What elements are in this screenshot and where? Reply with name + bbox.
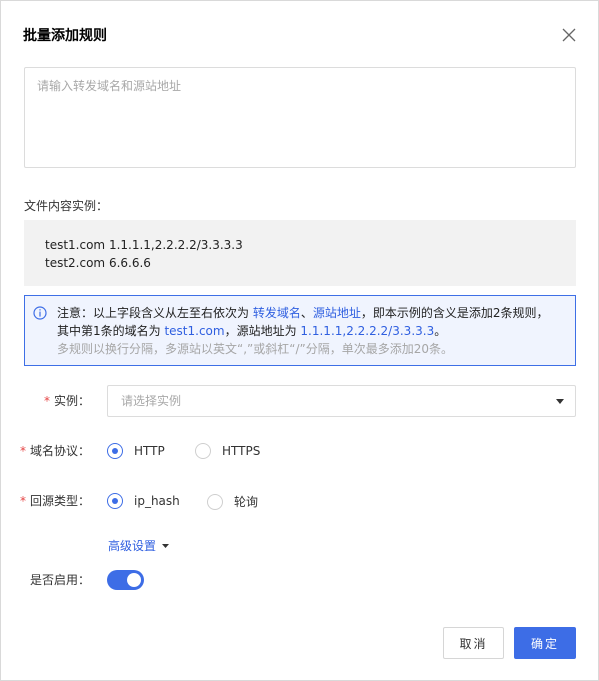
notice-line-1: 注意：以上字段含义从左至右依次为 转发域名、源站地址，即本示例的含义是添加2条规… — [57, 306, 549, 320]
confirm-button[interactable]: 确定 — [514, 627, 576, 659]
required-mark: * — [19, 444, 26, 458]
notice-link-example-domain: test1.com — [164, 324, 225, 338]
origin-radio-ip-hash[interactable]: ip_hash — [107, 493, 180, 509]
notice-link-example-origin: 1.1.1.1,2.2.2.2/3.3.3.3 — [300, 324, 435, 338]
close-icon[interactable] — [560, 26, 578, 44]
radio-unselected-icon — [195, 443, 211, 459]
protocol-radio-http[interactable]: HTTP — [107, 443, 165, 459]
example-line: test2.com 6.6.6.6 — [45, 256, 151, 270]
caret-down-icon — [556, 399, 564, 404]
notice-box: 注意：以上字段含义从左至右依次为 转发域名、源站地址，即本示例的含义是添加2条规… — [24, 295, 576, 366]
notice-line-2: 其中第1条的域名为 test1.com，源站地址为 1.1.1.1,2.2.2.… — [57, 324, 447, 338]
notice-line-3: 多规则以换行分隔，多源站以英文“,”或斜杠“/”分隔，单次最多添加20条。 — [57, 342, 453, 356]
instance-row: * 实例： 请选择实例 — [1, 385, 599, 417]
example-label: 文件内容实例： — [24, 199, 109, 213]
protocol-radio-https[interactable]: HTTPS — [195, 443, 260, 459]
notice-link-domain: 转发域名 — [252, 306, 301, 320]
radio-unselected-icon — [207, 493, 223, 510]
origin-type-label: * 回源类型： — [19, 494, 90, 508]
rules-textarea[interactable] — [24, 67, 576, 168]
instance-label: * 实例： — [43, 394, 90, 408]
radio-selected-icon — [107, 493, 123, 509]
instance-select[interactable]: 请选择实例 — [107, 385, 576, 417]
example-box: test1.com 1.1.1.1,2.2.2.2/3.3.3.3 test2.… — [24, 220, 576, 286]
enable-switch[interactable] — [107, 570, 144, 590]
enable-label: 是否启用： — [29, 573, 90, 587]
origin-radio-round-robin[interactable]: 轮询 — [207, 493, 258, 510]
origin-type-row: * 回源类型： ip_hash 轮询 — [1, 485, 599, 517]
protocol-label: * 域名协议： — [19, 444, 90, 458]
switch-knob — [127, 573, 141, 587]
protocol-row: * 域名协议： HTTP HTTPS — [1, 435, 599, 467]
caret-down-icon — [162, 543, 170, 548]
example-line: test1.com 1.1.1.1,2.2.2.2/3.3.3.3 — [45, 238, 243, 252]
advanced-settings-toggle[interactable]: 高级设置 — [108, 537, 170, 554]
radio-selected-icon — [107, 443, 123, 459]
batch-add-rules-dialog: 批量添加规则 文件内容实例： test1.com 1.1.1.1,2.2.2.2… — [0, 0, 599, 681]
notice-link-origin: 源站地址 — [312, 306, 361, 320]
cancel-button[interactable]: 取消 — [443, 627, 504, 659]
required-mark: * — [43, 394, 50, 408]
enable-row: 是否启用： — [1, 564, 599, 596]
dialog-title: 批量添加规则 — [23, 28, 107, 44]
info-icon — [33, 306, 47, 320]
required-mark: * — [19, 494, 26, 508]
